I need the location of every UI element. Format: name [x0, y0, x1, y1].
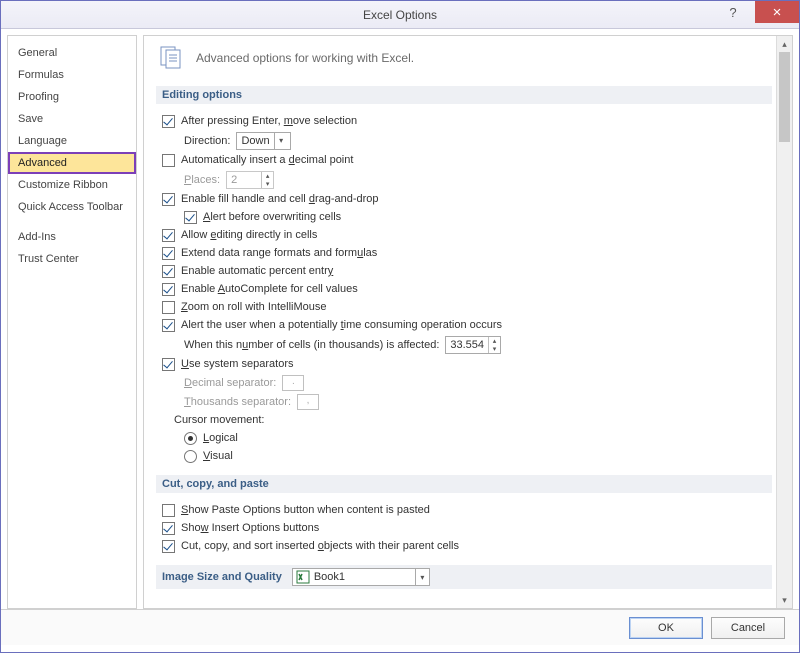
checkbox-show-paste[interactable] [162, 504, 175, 517]
sidebar-item-advanced[interactable]: Advanced [8, 152, 136, 174]
label-cursor-movement: Cursor movement: [174, 414, 264, 426]
label-show-insert: Show Insert Options buttons [181, 522, 319, 534]
window-title: Excel Options [363, 8, 437, 22]
label-direction: Direction: [184, 135, 230, 147]
section-ccp: Cut, copy, and paste [156, 475, 772, 493]
checkbox-show-insert[interactable] [162, 522, 175, 535]
checkbox-auto-percent[interactable] [162, 265, 175, 278]
checkbox-autocomplete[interactable] [162, 283, 175, 296]
label-thou-sep: Thousands separator: [184, 396, 291, 408]
label-zoom-intelli: Zoom on roll with IntelliMouse [181, 301, 327, 313]
sidebar-item-quick-access[interactable]: Quick Access Toolbar [8, 196, 136, 218]
spin-down-icon[interactable]: ▾ [489, 345, 500, 353]
sidebar-item-language[interactable]: Language [8, 130, 136, 152]
label-visual: Visual [203, 450, 233, 462]
select-workbook[interactable]: Book1 ▾ [292, 568, 430, 586]
input-dec-sep: . [282, 375, 304, 391]
label-auto-decimal: Automatically insert a decimal point [181, 154, 353, 166]
label-logical: Logical [203, 432, 238, 444]
chevron-down-icon: ▾ [274, 133, 288, 149]
content-panel: Advanced options for working with Excel.… [143, 35, 793, 609]
scroll-down-icon[interactable]: ▾ [777, 592, 792, 608]
label-cells-affected: When this number of cells (in thousands)… [184, 339, 439, 351]
sidebar-item-trust-center[interactable]: Trust Center [8, 248, 136, 270]
checkbox-zoom-intelli[interactable] [162, 301, 175, 314]
select-direction-value: Down [241, 135, 269, 147]
spin-up-icon[interactable]: ▴ [489, 337, 500, 345]
checkbox-sort-objects[interactable] [162, 540, 175, 553]
close-button[interactable]: × [755, 1, 799, 23]
radio-visual[interactable] [184, 450, 197, 463]
page-header-text: Advanced options for working with Excel. [196, 51, 414, 65]
sidebar-item-proofing[interactable]: Proofing [8, 86, 136, 108]
spinner-places: 2 ▴▾ [226, 171, 274, 189]
main-area: General Formulas Proofing Save Language … [1, 29, 799, 609]
sidebar-item-customize-ribbon[interactable]: Customize Ribbon [8, 174, 136, 196]
label-allow-edit: Allow editing directly in cells [181, 229, 317, 241]
label-use-separators: Use system separators [181, 358, 294, 370]
vertical-scrollbar[interactable]: ▴ ▾ [776, 36, 792, 608]
help-button[interactable]: ? [711, 1, 755, 23]
label-show-paste: Show Paste Options button when content i… [181, 504, 430, 516]
spinner-cells-affected[interactable]: 33.554 ▴▾ [445, 336, 501, 354]
checkbox-allow-edit[interactable] [162, 229, 175, 242]
page-header: Advanced options for working with Excel. [158, 44, 772, 72]
label-alert-time: Alert the user when a potentially time c… [181, 319, 502, 331]
label-places: Places: [184, 174, 220, 186]
titlebar: Excel Options ? × [1, 1, 799, 29]
content-scroll: Advanced options for working with Excel.… [144, 36, 776, 608]
checkbox-alert-overwrite[interactable] [184, 211, 197, 224]
dialog-footer: OK Cancel [1, 609, 799, 645]
radio-logical[interactable] [184, 432, 197, 445]
cancel-button[interactable]: Cancel [711, 617, 785, 639]
checkbox-use-separators[interactable] [162, 358, 175, 371]
label-autocomplete: Enable AutoComplete for cell values [181, 283, 358, 295]
label-auto-percent: Enable automatic percent entry [181, 265, 333, 277]
sidebar-item-addins[interactable]: Add-Ins [8, 226, 136, 248]
label-fill-handle: Enable fill handle and cell drag-and-dro… [181, 193, 379, 205]
checkbox-auto-decimal[interactable] [162, 154, 175, 167]
spinner-cells-value: 33.554 [446, 337, 488, 353]
section-editing: Editing options [156, 86, 772, 104]
checkbox-alert-time[interactable] [162, 319, 175, 332]
section-image: Image Size and Quality Book1 ▾ [156, 565, 772, 589]
sidebar-item-save[interactable]: Save [8, 108, 136, 130]
sidebar-item-general[interactable]: General [8, 42, 136, 64]
spinner-places-value: 2 [227, 172, 261, 188]
chevron-down-icon: ▾ [415, 569, 429, 585]
sidebar: General Formulas Proofing Save Language … [7, 35, 137, 609]
ok-button[interactable]: OK [629, 617, 703, 639]
label-after-enter: After pressing Enter, move selection [181, 115, 357, 127]
sidebar-item-formulas[interactable]: Formulas [8, 64, 136, 86]
checkbox-extend-range[interactable] [162, 247, 175, 260]
select-direction[interactable]: Down ▾ [236, 132, 290, 150]
scroll-thumb[interactable] [779, 52, 790, 142]
input-thou-sep: , [297, 394, 319, 410]
label-dec-sep: Decimal separator: [184, 377, 276, 389]
excel-doc-icon [296, 570, 310, 584]
checkbox-fill-handle[interactable] [162, 193, 175, 206]
checkbox-after-enter[interactable] [162, 115, 175, 128]
label-sort-objects: Cut, copy, and sort inserted objects wit… [181, 540, 459, 552]
section-image-title: Image Size and Quality [162, 571, 282, 583]
select-workbook-value: Book1 [314, 571, 345, 583]
pages-icon [158, 44, 186, 72]
window-controls: ? × [711, 1, 799, 23]
label-alert-overwrite: Alert before overwriting cells [203, 211, 341, 223]
scroll-up-icon[interactable]: ▴ [777, 36, 792, 52]
label-extend-range: Extend data range formats and formulas [181, 247, 377, 259]
